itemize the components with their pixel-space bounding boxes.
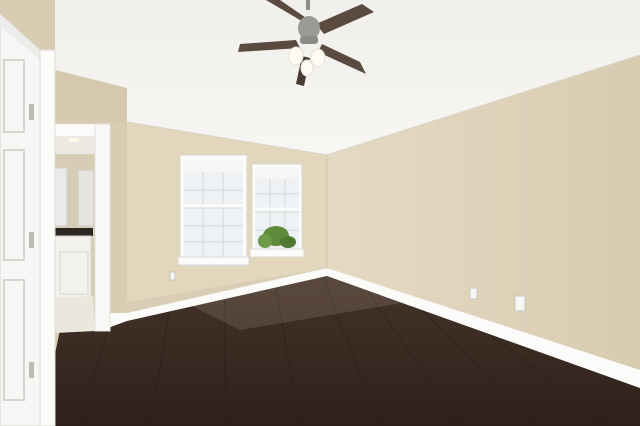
window-left: [177, 154, 250, 267]
bathroom-floor: [55, 296, 95, 333]
room-photo: [0, 0, 640, 426]
fan-light-bulb: [300, 59, 314, 77]
wall-outlet: [469, 287, 478, 300]
door-hinge: [29, 362, 34, 378]
fan-light-bulb: [288, 46, 304, 66]
doorway-trim: [94, 123, 111, 332]
door-hinge: [29, 104, 34, 120]
bathroom-mirror: [54, 167, 68, 227]
wall-outlet: [514, 295, 526, 312]
wall-outlet: [169, 271, 176, 281]
vanity-countertop: [55, 228, 93, 236]
entry-door[interactable]: [0, 13, 41, 426]
door-hinge: [29, 232, 34, 248]
window-right: [249, 163, 305, 258]
fan-light-bulb: [310, 48, 326, 68]
bathroom-doorway: [53, 123, 111, 333]
